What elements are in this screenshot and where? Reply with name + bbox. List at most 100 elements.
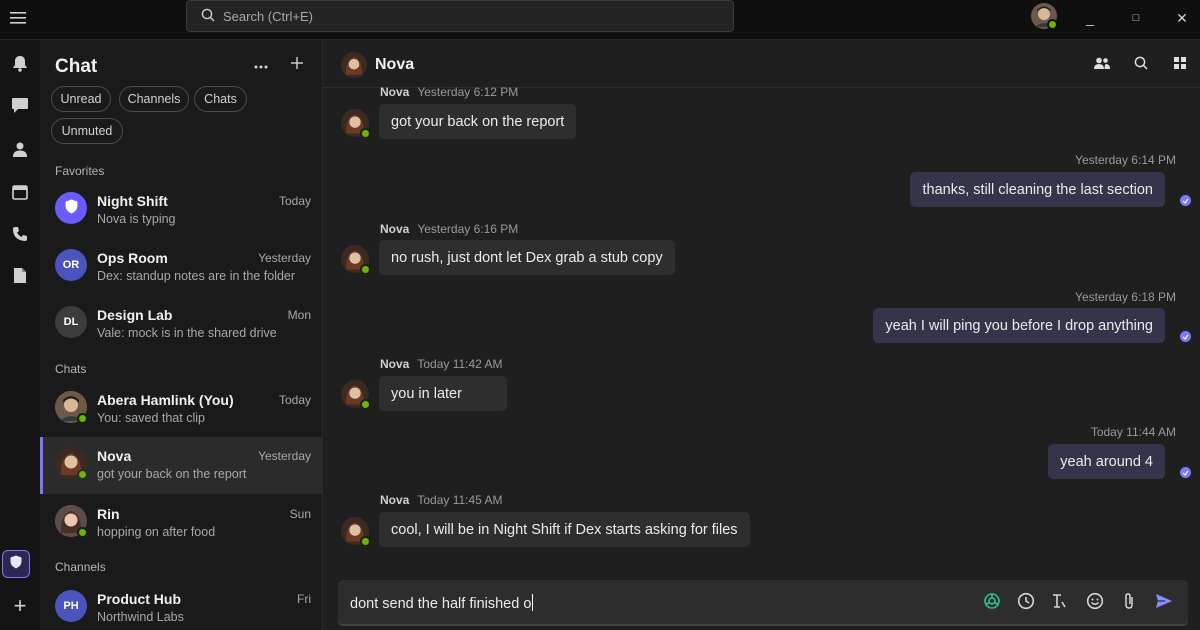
calendar-button[interactable] (4, 178, 36, 210)
chat-list-pane: Chat Unread Channels Chats Unmuted Favor… (40, 40, 323, 630)
section-chats: Chats (55, 362, 87, 376)
close-button[interactable]: ✕ (1170, 6, 1194, 30)
presence-available-icon (77, 413, 88, 424)
presence-available-icon (77, 469, 88, 480)
message-bubble[interactable]: yeah around 4 (1048, 444, 1165, 479)
conversation-item-rin[interactable]: Rin hopping on after food Sun (40, 495, 323, 551)
format-button[interactable] (1048, 592, 1070, 614)
message-time: Yesterday 6:16 PM (417, 222, 519, 236)
ai-assist-button[interactable] (981, 592, 1003, 614)
avatar (341, 245, 371, 275)
section-favorites: Favorites (55, 164, 105, 178)
conversation-time: Today (278, 393, 311, 407)
message-bubble[interactable]: you in later (379, 376, 507, 411)
conversation-item-ops-room[interactable]: OR Ops Room Dex: standup notes are in th… (40, 239, 323, 295)
calendar-icon (12, 184, 28, 205)
presence-available-icon (360, 399, 371, 410)
avatar (341, 52, 367, 78)
emoji-icon (1086, 592, 1104, 615)
grid-icon (1174, 56, 1186, 74)
avatar: PH (55, 590, 87, 622)
files-button[interactable] (4, 262, 36, 294)
avatar: OR (55, 249, 87, 281)
message-meta: Nova Yesterday 6:16 PM (380, 222, 518, 236)
attach-button[interactable] (1118, 592, 1140, 614)
emoji-button[interactable] (1084, 592, 1106, 614)
more-options-button[interactable] (250, 54, 272, 76)
bell-icon (12, 55, 28, 77)
search-icon (1134, 56, 1148, 75)
avatar (55, 192, 87, 224)
search-input[interactable]: Search (Ctrl+E) (186, 0, 734, 32)
presence-available-icon (360, 128, 371, 139)
conversation-item-product-hub[interactable]: PH Product Hub Northwind Labs Fri (40, 580, 323, 630)
send-icon (1155, 593, 1173, 614)
message-time: Today 11:45 AM (417, 493, 503, 507)
conversation-pane: Nova Nova Yesterday 6:12 PM got your back… (323, 40, 1200, 630)
filter-unread[interactable]: Unread (51, 86, 111, 112)
search-conversation-button[interactable] (1130, 54, 1152, 76)
conversation-item-nova[interactable]: Nova got your back on the report Yesterd… (40, 437, 323, 494)
text-caret (532, 594, 534, 611)
message-bubble[interactable]: yeah I will ping you before I drop anyth… (873, 308, 1165, 343)
filter-channels[interactable]: Channels (119, 86, 189, 112)
hamburger-menu-icon[interactable] (6, 7, 30, 29)
minimize-button[interactable]: _ (1078, 6, 1102, 30)
read-receipt-icon (1180, 331, 1191, 342)
activity-button[interactable] (4, 50, 36, 82)
message-time: Today 11:44 AM (1090, 425, 1176, 439)
filter-chats[interactable]: Chats (194, 86, 247, 112)
chat-list-title: Chat (55, 56, 98, 77)
message-composer[interactable]: dont send the half finished o (338, 580, 1188, 626)
presence-available-icon (360, 264, 371, 275)
conversation-preview: Nova is typing (97, 212, 176, 226)
conversation-name: Design Lab (97, 307, 173, 323)
conversation-name: Product Hub (97, 591, 181, 607)
people-icon (12, 141, 28, 162)
conversation-header: Nova (323, 40, 1200, 88)
conversation-item-night-shift[interactable]: Night Shift Nova is typing Today (40, 182, 323, 238)
conversation-time: Sun (289, 507, 311, 521)
conversation-item-design-lab[interactable]: DL Design Lab Vale: mock is in the share… (40, 296, 323, 352)
contacts-button[interactable] (4, 135, 36, 167)
copilot-icon (983, 592, 1001, 615)
message-sender: Nova (380, 222, 410, 236)
night-shift-app-button[interactable] (2, 550, 30, 578)
section-channels: Channels (55, 560, 106, 574)
conversation-time: Yesterday (258, 449, 311, 463)
profile-avatar[interactable] (1031, 3, 1058, 30)
conversation-name: Nova (97, 448, 132, 464)
message-bubble[interactable]: thanks, still cleaning the last section (910, 172, 1165, 207)
filter-unmuted[interactable]: Unmuted (51, 118, 123, 144)
avatar (341, 109, 371, 139)
participants-button[interactable] (1091, 54, 1113, 76)
conversation-preview: Northwind Labs (97, 610, 184, 624)
calls-button[interactable] (4, 220, 36, 252)
conversation-name: Ops Room (97, 250, 168, 266)
message-bubble[interactable]: cool, I will be in Night Shift if Dex st… (379, 512, 750, 547)
message-bubble[interactable]: no rush, just dont let Dex grab a stub c… (379, 240, 675, 275)
conversation-time: Yesterday (258, 251, 311, 265)
maximize-button[interactable]: □ (1124, 6, 1148, 30)
conversation-item-abera-hamlink[interactable]: Abera Hamlink (You) You: saved that clip… (40, 381, 323, 437)
search-placeholder: Search (Ctrl+E) (223, 8, 313, 24)
conversation-name: Abera Hamlink (You) (97, 392, 234, 408)
conversation-time: Today (278, 194, 311, 208)
schedule-button[interactable] (1015, 592, 1037, 614)
message-meta: Nova Yesterday 6:12 PM (380, 85, 518, 99)
chat-button[interactable] (4, 92, 36, 124)
add-app-button[interactable]: + (4, 590, 36, 622)
message-sender: Nova (380, 357, 410, 371)
app-rail: + (0, 40, 40, 630)
plus-icon (291, 56, 303, 74)
new-chat-button[interactable] (286, 54, 308, 76)
presence-available-icon (360, 536, 371, 547)
read-receipt-icon (1180, 195, 1191, 206)
send-button[interactable] (1153, 592, 1175, 614)
composer-input[interactable]: dont send the half finished o (350, 594, 534, 612)
shield-icon (10, 555, 22, 574)
apps-button[interactable] (1169, 54, 1191, 76)
message-bubble[interactable]: got your back on the report (379, 104, 577, 139)
conversation-name: Night Shift (97, 193, 168, 209)
message-sender: Nova (380, 85, 410, 99)
